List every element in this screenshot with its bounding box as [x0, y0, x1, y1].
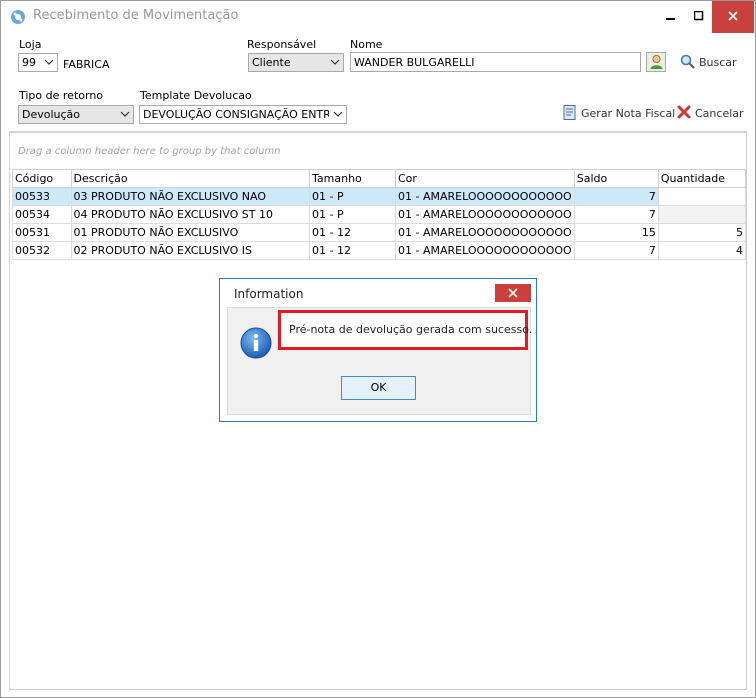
- cell-cor[interactable]: 01 - AMARELOOOOOOOOOOOO: [394, 205, 575, 224]
- template-label: Template Devolucao: [140, 89, 252, 102]
- column-header-quantidade[interactable]: Quantidade: [657, 169, 747, 188]
- user-lookup-button[interactable]: [646, 52, 666, 72]
- dialog-body: Pré-nota de devolução gerada com sucesso…: [227, 307, 532, 415]
- title-bar: Recebimento de Movimentação: [1, 1, 755, 33]
- group-panel-hint[interactable]: Drag a column header here to group by th…: [18, 146, 281, 157]
- window-title: Recebimento de Movimentação: [33, 8, 239, 23]
- chevron-down-icon: [330, 59, 340, 65]
- app-logo-icon: [11, 10, 25, 24]
- column-header-saldo[interactable]: Saldo: [573, 169, 659, 188]
- cell-tamanho[interactable]: 01 - P: [309, 187, 396, 206]
- cell-descricao[interactable]: 04 PRODUTO NÃO EXCLUSIVO ST 10: [70, 205, 311, 224]
- cell-quantidade[interactable]: 4: [657, 241, 747, 260]
- search-icon: [680, 54, 695, 69]
- column-header-descricao[interactable]: Descrição: [70, 169, 311, 188]
- minimize-icon: [666, 18, 675, 20]
- table-row[interactable]: 00533 03 PRODUTO NÃO EXCLUSIVO NAO 01 - …: [12, 187, 747, 206]
- information-dialog: Information Pré-nota de devolução gerada…: [219, 278, 537, 422]
- loja-name: FABRICA: [63, 58, 110, 71]
- maximize-button[interactable]: [685, 1, 715, 33]
- nome-label: Nome: [350, 38, 383, 51]
- cancelar-label: Cancelar: [695, 107, 744, 120]
- tipo-retorno-label: Tipo de retorno: [19, 89, 104, 102]
- cell-quantidade[interactable]: [657, 187, 747, 206]
- maximize-icon: [694, 11, 704, 21]
- ok-button[interactable]: OK: [341, 376, 416, 400]
- chevron-down-icon: [120, 111, 130, 117]
- table-row[interactable]: 00532 02 PRODUTO NÃO EXCLUSIVO IS 01 - 1…: [12, 241, 747, 260]
- cell-saldo[interactable]: 7: [573, 187, 659, 206]
- cell-codigo[interactable]: 00533: [12, 187, 72, 206]
- close-icon: [508, 288, 518, 298]
- info-icon: [240, 327, 272, 359]
- gerar-nota-fiscal-label: Gerar Nota Fiscal: [581, 107, 676, 120]
- table-row[interactable]: 00534 04 PRODUTO NÃO EXCLUSIVO ST 10 01 …: [12, 205, 747, 224]
- dialog-message: Pré-nota de devolução gerada com sucesso…: [289, 323, 533, 336]
- user-icon: [650, 55, 663, 69]
- close-icon: [728, 11, 738, 21]
- chevron-down-icon: [333, 111, 343, 117]
- loja-combo[interactable]: 99: [18, 53, 58, 72]
- cell-tamanho[interactable]: 01 - P: [309, 205, 396, 224]
- template-combo[interactable]: DEVOLUÇÃO CONSIGNAÇÃO ENTRADA: [139, 105, 347, 124]
- grid-header-row: Código Descrição Tamanho Cor Saldo Quant…: [12, 169, 747, 188]
- cell-descricao[interactable]: 01 PRODUTO NÃO EXCLUSIVO: [70, 223, 311, 242]
- responsavel-combo[interactable]: Cliente: [248, 53, 344, 72]
- cell-cor[interactable]: 01 - AMARELOOOOOOOOOOOO: [394, 223, 575, 242]
- buscar-label: Buscar: [699, 56, 737, 69]
- cell-saldo[interactable]: 7: [573, 241, 659, 260]
- column-header-tamanho[interactable]: Tamanho: [309, 169, 396, 188]
- responsavel-value: Cliente: [252, 56, 291, 69]
- cancel-icon: [677, 105, 691, 119]
- cell-descricao[interactable]: 03 PRODUTO NÃO EXCLUSIVO NAO: [70, 187, 311, 206]
- buscar-button[interactable]: Buscar: [680, 54, 740, 70]
- cancelar-button[interactable]: Cancelar: [677, 105, 744, 121]
- cell-descricao[interactable]: 02 PRODUTO NÃO EXCLUSIVO IS: [70, 241, 311, 260]
- filter-panel: Loja 99 FABRICA Responsável Cliente Nome…: [9, 33, 747, 132]
- message-highlight: Pré-nota de devolução gerada com sucesso…: [278, 310, 532, 350]
- template-value: DEVOLUÇÃO CONSIGNAÇÃO ENTRADA: [143, 108, 329, 121]
- gerar-nota-fiscal-button[interactable]: Gerar Nota Fiscal: [563, 105, 675, 121]
- responsavel-label: Responsável: [247, 38, 317, 51]
- grid-table: Código Descrição Tamanho Cor Saldo Quant…: [12, 169, 747, 260]
- dialog-title: Information: [234, 287, 304, 301]
- cell-quantidade[interactable]: [657, 205, 747, 224]
- tipo-retorno-value: Devolução: [22, 108, 81, 121]
- chevron-down-icon: [44, 59, 54, 65]
- cell-codigo[interactable]: 00532: [12, 241, 72, 260]
- column-header-codigo[interactable]: Código: [12, 169, 72, 188]
- cell-quantidade[interactable]: 5: [657, 223, 747, 242]
- loja-value: 99: [22, 56, 36, 69]
- tipo-retorno-combo[interactable]: Devolução: [18, 105, 134, 124]
- minimize-button[interactable]: [657, 1, 687, 33]
- document-icon: [563, 105, 576, 120]
- dialog-close-button[interactable]: [495, 284, 531, 302]
- column-header-cor[interactable]: Cor: [394, 169, 575, 188]
- nome-value: WANDER BULGARELLI: [354, 56, 475, 69]
- loja-label: Loja: [19, 38, 42, 51]
- cell-cor[interactable]: 01 - AMARELOOOOOOOOOOOO: [394, 187, 575, 206]
- cell-codigo[interactable]: 00534: [12, 205, 72, 224]
- close-button[interactable]: [712, 1, 754, 33]
- cell-saldo[interactable]: 15: [573, 223, 659, 242]
- cell-saldo[interactable]: 7: [573, 205, 659, 224]
- cell-codigo[interactable]: 00531: [12, 223, 72, 242]
- cell-tamanho[interactable]: 01 - 12: [309, 223, 396, 242]
- table-row[interactable]: 00531 01 PRODUTO NÃO EXCLUSIVO 01 - 12 0…: [12, 223, 747, 242]
- cell-tamanho[interactable]: 01 - 12: [309, 241, 396, 260]
- cell-cor[interactable]: 01 - AMARELOOOOOOOOOOOO: [394, 241, 575, 260]
- nome-field[interactable]: WANDER BULGARELLI: [350, 52, 641, 72]
